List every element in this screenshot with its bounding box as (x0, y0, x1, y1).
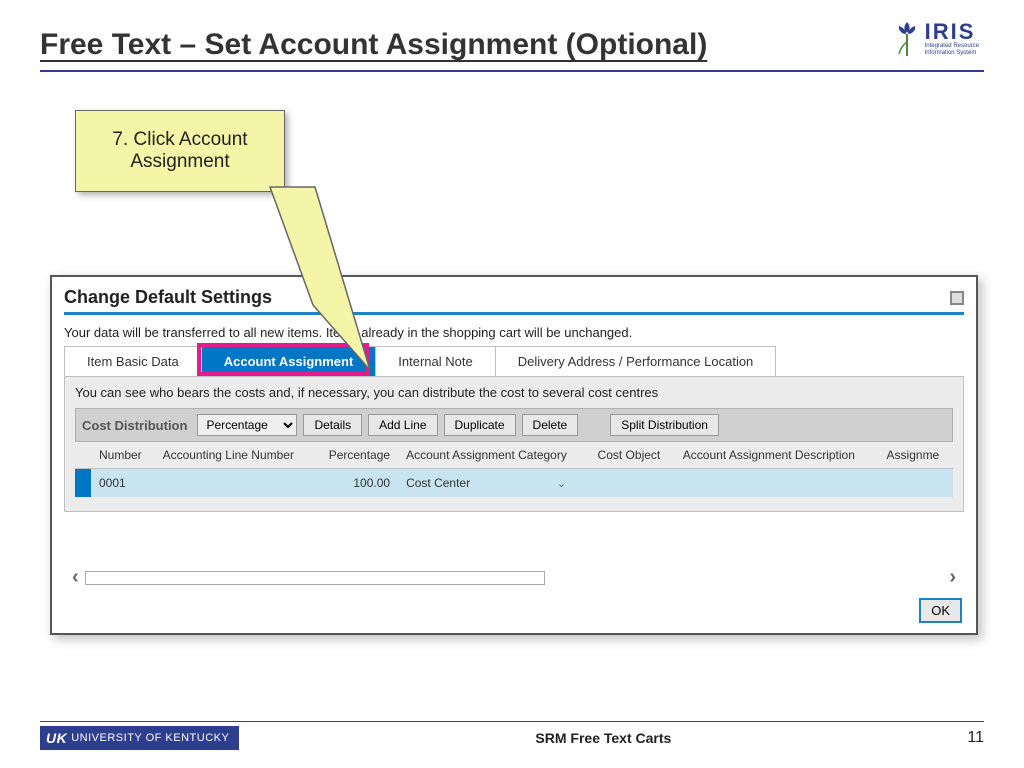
col-description: Account Assignment Description (675, 442, 879, 469)
panel-description: You can see who bears the costs and, if … (75, 385, 953, 400)
delete-button[interactable]: Delete (522, 414, 579, 436)
cell-category-value: Cost Center (406, 476, 470, 490)
col-assignme: Assignme (879, 442, 953, 469)
window-restore-icon[interactable] (950, 291, 964, 305)
footer-title: SRM Free Text Carts (239, 730, 967, 746)
split-distribution-button[interactable]: Split Distribution (610, 414, 719, 436)
details-button[interactable]: Details (303, 414, 362, 436)
scroll-right-icon[interactable]: › (949, 566, 956, 589)
col-accounting-line: Accounting Line Number (155, 442, 315, 469)
tab-item-basic-data[interactable]: Item Basic Data (64, 346, 202, 376)
cell-category[interactable]: Cost Center ⌄ (398, 469, 589, 498)
uk-badge: UK UNIVERSITY OF KENTUCKY (40, 726, 239, 750)
callout-arrow-icon (245, 185, 385, 385)
iris-flower-icon (893, 20, 921, 58)
callout-line1: 7. Click Account (96, 129, 264, 151)
iris-logo: IRIS Integrated Resource Information Sys… (893, 20, 979, 58)
instruction-callout: 7. Click Account Assignment (75, 110, 285, 192)
tab-bar: Item Basic Data Account Assignment Inter… (64, 346, 964, 377)
chevron-down-icon[interactable]: ⌄ (557, 477, 566, 490)
cell-assignme (879, 469, 953, 498)
slide-footer: UK UNIVERSITY OF KENTUCKY SRM Free Text … (40, 721, 984, 750)
row-marker[interactable] (75, 469, 91, 498)
cell-number[interactable]: 0001 (91, 469, 155, 498)
iris-subtitle-2: Information System (925, 50, 979, 57)
cell-accounting-line (155, 469, 315, 498)
cost-distribution-label: Cost Distribution (82, 418, 187, 433)
horizontal-scrollbar: ‹ › (72, 566, 956, 589)
cell-percentage: 100.00 (314, 469, 398, 498)
add-line-button[interactable]: Add Line (368, 414, 437, 436)
cell-cost-object (590, 469, 675, 498)
col-category: Account Assignment Category (398, 442, 589, 469)
iris-logo-text: IRIS (925, 21, 979, 43)
app-window: Change Default Settings Your data will b… (50, 275, 978, 635)
uk-mark: UK (46, 730, 67, 746)
scroll-track[interactable] (85, 571, 545, 585)
account-assignment-panel: You can see who bears the costs and, if … (64, 377, 964, 512)
tab-delivery-address[interactable]: Delivery Address / Performance Location (495, 346, 777, 376)
table-row[interactable]: 0001 100.00 Cost Center ⌄ (75, 469, 953, 498)
col-percentage: Percentage (314, 442, 398, 469)
cost-distribution-select[interactable]: Percentage (197, 414, 297, 436)
slide-title: Free Text – Set Account Assignment (Opti… (40, 28, 984, 72)
col-number: Number (91, 442, 155, 469)
iris-subtitle-1: Integrated Resource (925, 43, 979, 50)
col-cost-object: Cost Object (590, 442, 675, 469)
transfer-note: Your data will be transferred to all new… (64, 325, 964, 340)
tab-internal-note[interactable]: Internal Note (375, 346, 495, 376)
uk-name: UNIVERSITY OF KENTUCKY (71, 732, 229, 744)
ok-button[interactable]: OK (919, 598, 962, 623)
duplicate-button[interactable]: Duplicate (444, 414, 516, 436)
cell-description (675, 469, 879, 498)
cost-table: Number Accounting Line Number Percentage… (75, 442, 953, 497)
scroll-left-icon[interactable]: ‹ (72, 566, 79, 589)
window-title: Change Default Settings (64, 287, 272, 308)
callout-line2: Assignment (96, 151, 264, 173)
page-number: 11 (967, 729, 984, 747)
divider (64, 312, 964, 315)
cost-distribution-toolbar: Cost Distribution Percentage Details Add… (75, 408, 953, 442)
